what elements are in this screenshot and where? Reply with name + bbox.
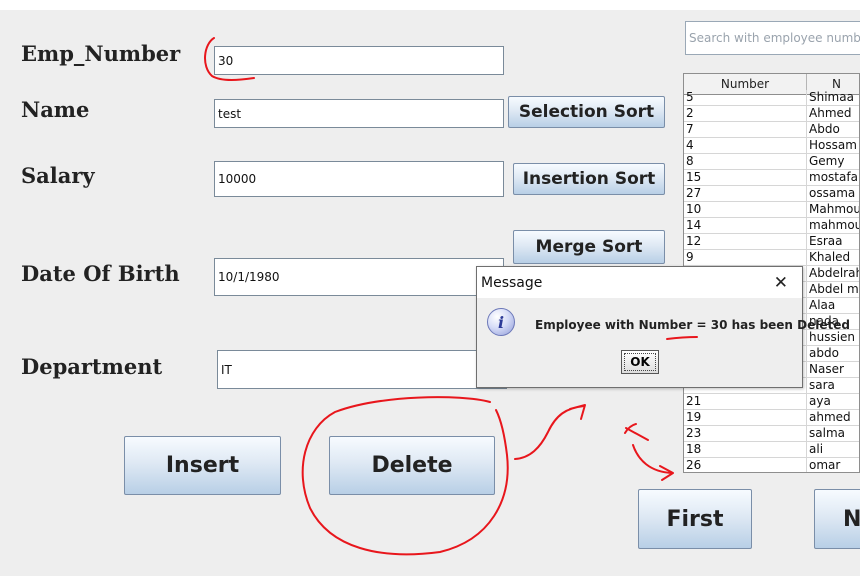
table-row[interactable]: 10Mahmoud xyxy=(684,202,859,218)
cell-number: 8 xyxy=(684,154,807,169)
department-field[interactable]: IT xyxy=(217,350,507,389)
cell-number: 10 xyxy=(684,202,807,217)
app-window: Emp_Number Name Salary Date Of Birth Dep… xyxy=(0,10,860,576)
cell-name: Khaled xyxy=(807,250,859,265)
cell-name: Gemy xyxy=(807,154,859,169)
cell-name: ahmed xyxy=(807,410,859,425)
cell-name: Hossam xyxy=(807,138,859,153)
cell-number: 7 xyxy=(684,122,807,137)
table-row[interactable]: 15 mostafa xyxy=(684,170,859,186)
table-row[interactable]: 18 ali xyxy=(684,442,859,458)
table-row[interactable]: 12 Esraa xyxy=(684,234,859,250)
cell-number: 4 xyxy=(684,138,807,153)
emp-number-field[interactable]: 30 xyxy=(214,46,504,75)
table-row[interactable]: 4 Hossam xyxy=(684,138,859,154)
cell-name: aya xyxy=(807,394,859,409)
cell-number: 23 xyxy=(684,426,807,441)
cell-name: Esraa xyxy=(807,234,859,249)
cell-number: 26 xyxy=(684,458,807,472)
cell-name: Alaa xyxy=(807,298,859,313)
department-label: Department xyxy=(21,354,163,379)
salary-field[interactable]: 10000 xyxy=(214,161,504,197)
cell-name: ossama xyxy=(807,186,859,201)
table-row[interactable]: 27 ossama xyxy=(684,186,859,202)
table-row[interactable]: 2 Ahmed xyxy=(684,106,859,122)
insertion-sort-button[interactable]: Insertion Sort xyxy=(513,163,665,195)
cell-number: 9 xyxy=(684,250,807,265)
next-button[interactable]: N xyxy=(814,489,860,549)
close-icon[interactable]: ✕ xyxy=(774,273,788,293)
table-row[interactable]: 26 omar xyxy=(684,458,859,472)
cell-name: Mahmoud xyxy=(807,202,859,217)
cell-name: Abdo xyxy=(807,122,859,137)
table-row[interactable]: 14mahmoud xyxy=(684,218,859,234)
table-row[interactable]: 21 aya xyxy=(684,394,859,410)
selection-sort-button[interactable]: Selection Sort xyxy=(508,96,665,128)
first-button[interactable]: First xyxy=(638,489,752,549)
cell-number: 15 xyxy=(684,170,807,185)
table-row[interactable]: 9 Khaled xyxy=(684,250,859,266)
cell-name: Abdel mo xyxy=(807,282,859,297)
cell-number: 27 xyxy=(684,186,807,201)
merge-sort-button[interactable]: Merge Sort xyxy=(513,230,665,264)
cell-name: Ahmed xyxy=(807,106,859,121)
name-field[interactable]: test xyxy=(214,99,504,128)
cell-name: mahmoud xyxy=(807,218,859,233)
cell-number: 12 xyxy=(684,234,807,249)
cell-name: Shimaa xyxy=(807,90,859,105)
info-icon: i xyxy=(487,308,515,336)
table-row[interactable]: 7 Abdo xyxy=(684,122,859,138)
dialog-message: Employee with Number = 30 has been Delet… xyxy=(535,318,850,332)
cell-name: abdo xyxy=(807,346,859,361)
cell-number: 14 xyxy=(684,218,807,233)
table-row[interactable]: 5 Shimaa xyxy=(684,90,859,106)
ok-button[interactable]: OK xyxy=(621,350,659,374)
cell-name: salma xyxy=(807,426,859,441)
search-input[interactable]: Search with employee number ... xyxy=(685,21,860,55)
cell-name: Naser xyxy=(807,362,859,377)
cell-number: 5 xyxy=(684,90,807,105)
dialog-title-bar: Message ✕ xyxy=(477,267,802,298)
cell-number: 18 xyxy=(684,442,807,457)
message-dialog: Message ✕ i Employee with Number = 30 ha… xyxy=(476,266,850,388)
insert-button[interactable]: Insert xyxy=(124,436,281,495)
cell-number: 19 xyxy=(684,410,807,425)
dob-field[interactable]: 10/1/1980 xyxy=(214,258,504,296)
salary-label: Salary xyxy=(21,163,95,188)
dob-label: Date Of Birth xyxy=(21,261,180,286)
cell-name: Abdelrahman xyxy=(807,266,859,281)
cell-name: ali xyxy=(807,442,859,457)
table-row[interactable]: 8 Gemy xyxy=(684,154,859,170)
dialog-title: Message xyxy=(481,274,543,291)
cell-name: hussien xyxy=(807,330,859,345)
table-row[interactable]: 19 ahmed xyxy=(684,410,859,426)
table-row[interactable]: 23 salma xyxy=(684,426,859,442)
cell-name: mostafa xyxy=(807,170,859,185)
cell-number: 21 xyxy=(684,394,807,409)
cell-name: omar xyxy=(807,458,859,472)
emp-number-label: Emp_Number xyxy=(21,41,181,66)
name-label: Name xyxy=(21,97,90,122)
delete-button[interactable]: Delete xyxy=(329,436,495,495)
cell-number: 2 xyxy=(684,106,807,121)
cell-name: sara xyxy=(807,378,859,393)
